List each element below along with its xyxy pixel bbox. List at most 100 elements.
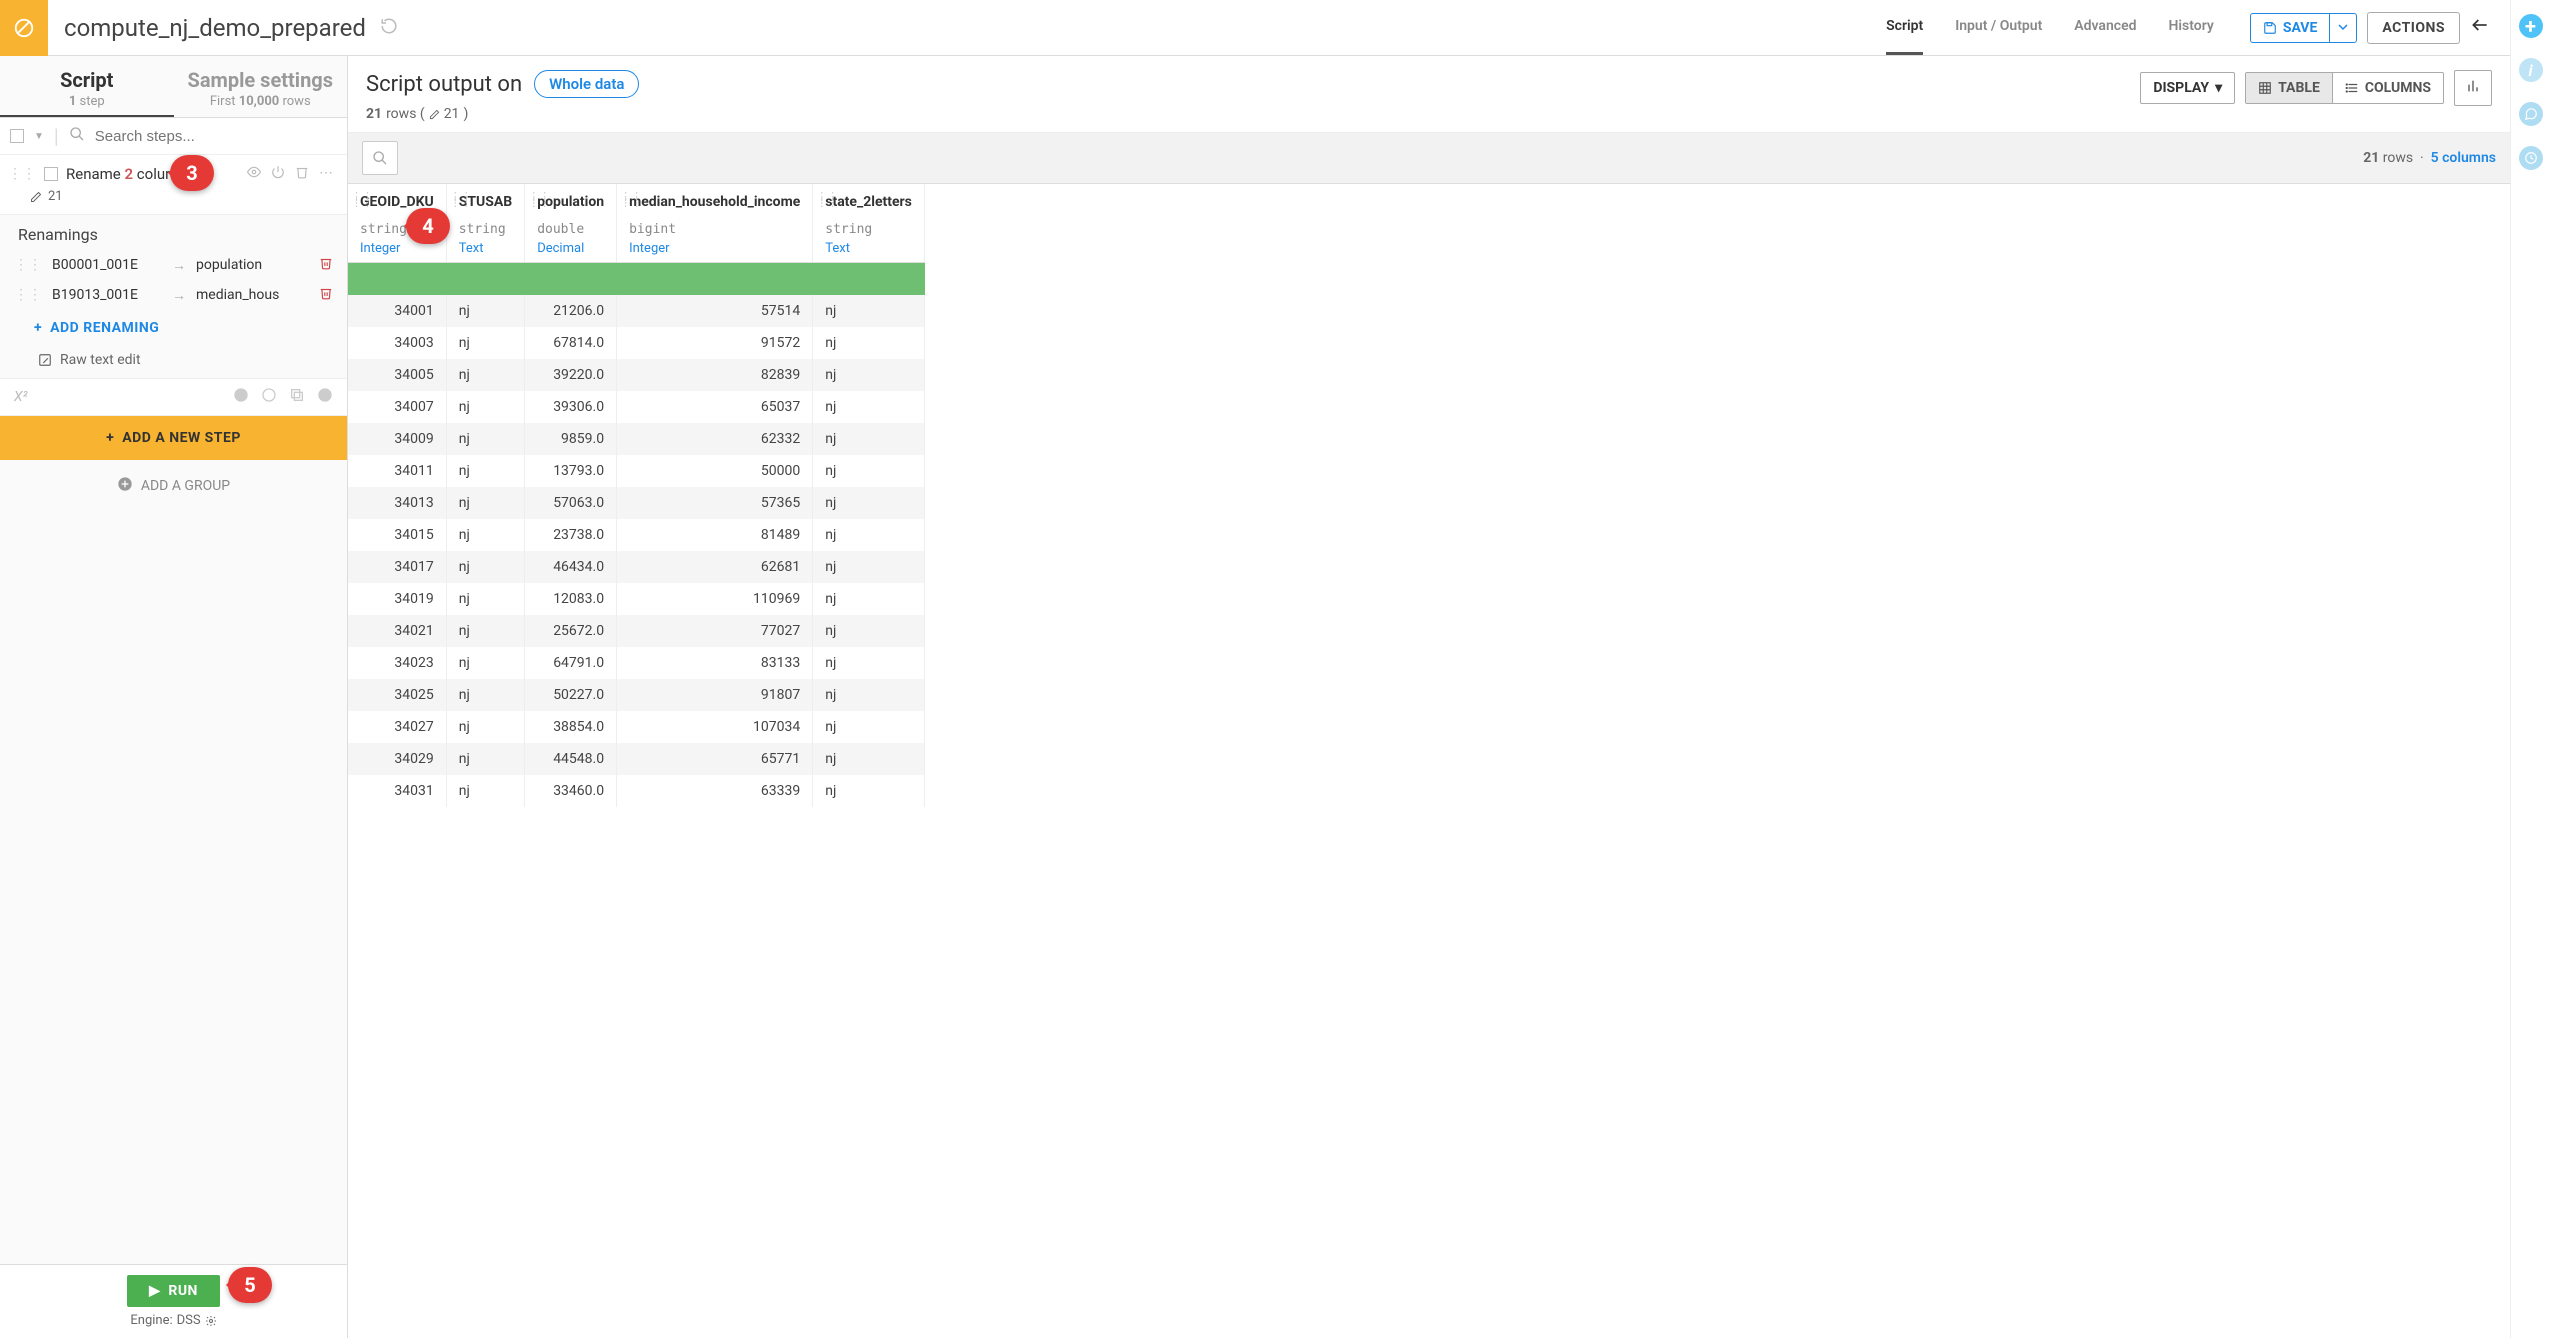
table-cell[interactable]: 34015 — [348, 519, 446, 551]
table-cell[interactable]: nj — [813, 359, 925, 391]
drag-icon[interactable]: ⋮⋮ — [14, 287, 42, 303]
table-cell[interactable]: 110969 — [617, 583, 813, 615]
table-cell[interactable]: 34011 — [348, 455, 446, 487]
table-row[interactable]: 34007nj39306.065037nj — [348, 391, 924, 423]
rail-info-button[interactable]: i — [2519, 58, 2543, 82]
drag-icon[interactable]: ⋮⋮ — [14, 257, 42, 273]
drag-icon[interactable]: ⋮⋮ — [8, 166, 36, 182]
columns-link[interactable]: 5 columns — [2431, 150, 2496, 166]
table-row[interactable]: 34013nj57063.057365nj — [348, 487, 924, 519]
add-new-step-button[interactable]: + ADD A NEW STEP — [0, 416, 347, 460]
table-cell[interactable]: 65771 — [617, 743, 813, 775]
table-cell[interactable]: nj — [446, 743, 524, 775]
table-cell[interactable]: 39306.0 — [525, 391, 617, 423]
app-logo[interactable] — [0, 0, 48, 56]
table-cell[interactable]: nj — [446, 519, 524, 551]
table-row[interactable]: 34015nj23738.081489nj — [348, 519, 924, 551]
table-cell[interactable]: 62332 — [617, 423, 813, 455]
drag-icon[interactable]: ⋮⋮⋮⋮ — [351, 194, 373, 206]
table-cell[interactable]: 34005 — [348, 359, 446, 391]
back-arrow-icon[interactable] — [2470, 15, 2490, 40]
charts-button[interactable] — [2454, 70, 2492, 106]
rename-from[interactable]: B19013_001E — [52, 287, 162, 303]
data-table-wrap[interactable]: ⋮⋮⋮⋮GEOID_DKUstringInteger4⋮⋮⋮⋮STUSABstr… — [348, 184, 2510, 1338]
select-dropdown-icon[interactable]: ▼ — [34, 131, 44, 142]
column-meaning[interactable]: Decimal — [537, 241, 604, 256]
table-cell[interactable]: nj — [813, 295, 925, 327]
table-cell[interactable]: 34029 — [348, 743, 446, 775]
table-cell[interactable]: nj — [446, 295, 524, 327]
table-row[interactable]: 34017nj46434.062681nj — [348, 551, 924, 583]
table-cell[interactable]: 50227.0 — [525, 679, 617, 711]
table-row[interactable]: 34029nj44548.065771nj — [348, 743, 924, 775]
table-cell[interactable]: nj — [813, 455, 925, 487]
table-cell[interactable]: 34017 — [348, 551, 446, 583]
rename-from[interactable]: B00001_001E — [52, 257, 162, 273]
table-cell[interactable]: 21206.0 — [525, 295, 617, 327]
table-cell[interactable]: 34013 — [348, 487, 446, 519]
table-cell[interactable]: nj — [813, 327, 925, 359]
table-row[interactable]: 34025nj50227.091807nj — [348, 679, 924, 711]
tab-script[interactable]: Script — [1886, 0, 1923, 55]
table-row[interactable]: 34021nj25672.077027nj — [348, 615, 924, 647]
table-cell[interactable]: 107034 — [617, 711, 813, 743]
help-icon[interactable] — [317, 387, 333, 407]
seg-table[interactable]: TABLE — [2246, 73, 2332, 103]
table-cell[interactable]: nj — [813, 583, 925, 615]
table-cell[interactable]: 34009 — [348, 423, 446, 455]
table-row[interactable]: 34005nj39220.082839nj — [348, 359, 924, 391]
actions-button[interactable]: ACTIONS — [2367, 12, 2460, 44]
add-group-button[interactable]: ADD A GROUP — [0, 460, 347, 512]
table-cell[interactable]: 91572 — [617, 327, 813, 359]
table-cell[interactable]: 67814.0 — [525, 327, 617, 359]
table-cell[interactable]: nj — [446, 711, 524, 743]
trash-icon[interactable] — [295, 165, 309, 183]
table-cell[interactable]: 38854.0 — [525, 711, 617, 743]
table-cell[interactable]: 63339 — [617, 775, 813, 807]
table-cell[interactable]: 50000 — [617, 455, 813, 487]
table-cell[interactable]: nj — [813, 551, 925, 583]
table-cell[interactable]: 34019 — [348, 583, 446, 615]
step-checkbox[interactable] — [44, 167, 58, 181]
table-cell[interactable]: nj — [813, 679, 925, 711]
sidebar-tab-script[interactable]: Script 1 step — [0, 56, 174, 117]
table-row[interactable]: 34009nj9859.062332nj — [348, 423, 924, 455]
power-icon[interactable] — [271, 165, 285, 183]
table-cell[interactable]: nj — [813, 487, 925, 519]
sidebar-tab-sample[interactable]: Sample settings First 10,000 rows — [174, 56, 348, 117]
table-cell[interactable]: nj — [813, 647, 925, 679]
column-header[interactable]: ⋮⋮⋮⋮state_2lettersstringText — [813, 184, 925, 263]
table-cell[interactable]: 83133 — [617, 647, 813, 679]
table-cell[interactable]: 34023 — [348, 647, 446, 679]
sample-chip[interactable]: Whole data — [534, 70, 639, 98]
select-all-checkbox[interactable] — [10, 129, 24, 143]
save-dropdown[interactable] — [2329, 14, 2356, 42]
step-card[interactable]: 3 ⋮⋮ Rename 2 columns ⋯ — [0, 155, 347, 215]
table-cell[interactable]: nj — [813, 775, 925, 807]
rail-discussion-button[interactable] — [2519, 102, 2543, 126]
table-cell[interactable]: 34021 — [348, 615, 446, 647]
table-cell[interactable]: nj — [446, 423, 524, 455]
column-header[interactable]: ⋮⋮⋮⋮median_household_incomebigintInteger — [617, 184, 813, 263]
table-cell[interactable]: nj — [446, 551, 524, 583]
table-cell[interactable]: 91807 — [617, 679, 813, 711]
column-header[interactable]: ⋮⋮⋮⋮populationdoubleDecimal — [525, 184, 617, 263]
display-button[interactable]: DISPLAY ▾ — [2140, 72, 2235, 104]
drag-icon[interactable]: ⋮⋮⋮⋮ — [528, 194, 550, 206]
column-meaning[interactable]: Integer — [629, 241, 800, 256]
table-row[interactable]: 34031nj33460.063339nj — [348, 775, 924, 807]
table-cell[interactable]: nj — [813, 423, 925, 455]
table-cell[interactable]: nj — [446, 327, 524, 359]
table-search-button[interactable] — [362, 141, 398, 175]
table-cell[interactable]: nj — [446, 615, 524, 647]
table-cell[interactable]: 13793.0 — [525, 455, 617, 487]
table-row[interactable]: 34001nj21206.057514nj — [348, 295, 924, 327]
table-cell[interactable]: 34003 — [348, 327, 446, 359]
table-row[interactable]: 34003nj67814.091572nj — [348, 327, 924, 359]
table-row[interactable]: 34019nj12083.0110969nj — [348, 583, 924, 615]
table-cell[interactable]: nj — [446, 583, 524, 615]
raw-text-edit[interactable]: Raw text edit — [0, 342, 347, 378]
column-meaning[interactable]: Text — [459, 241, 512, 256]
rail-history-button[interactable] — [2519, 146, 2543, 170]
table-cell[interactable]: 57063.0 — [525, 487, 617, 519]
